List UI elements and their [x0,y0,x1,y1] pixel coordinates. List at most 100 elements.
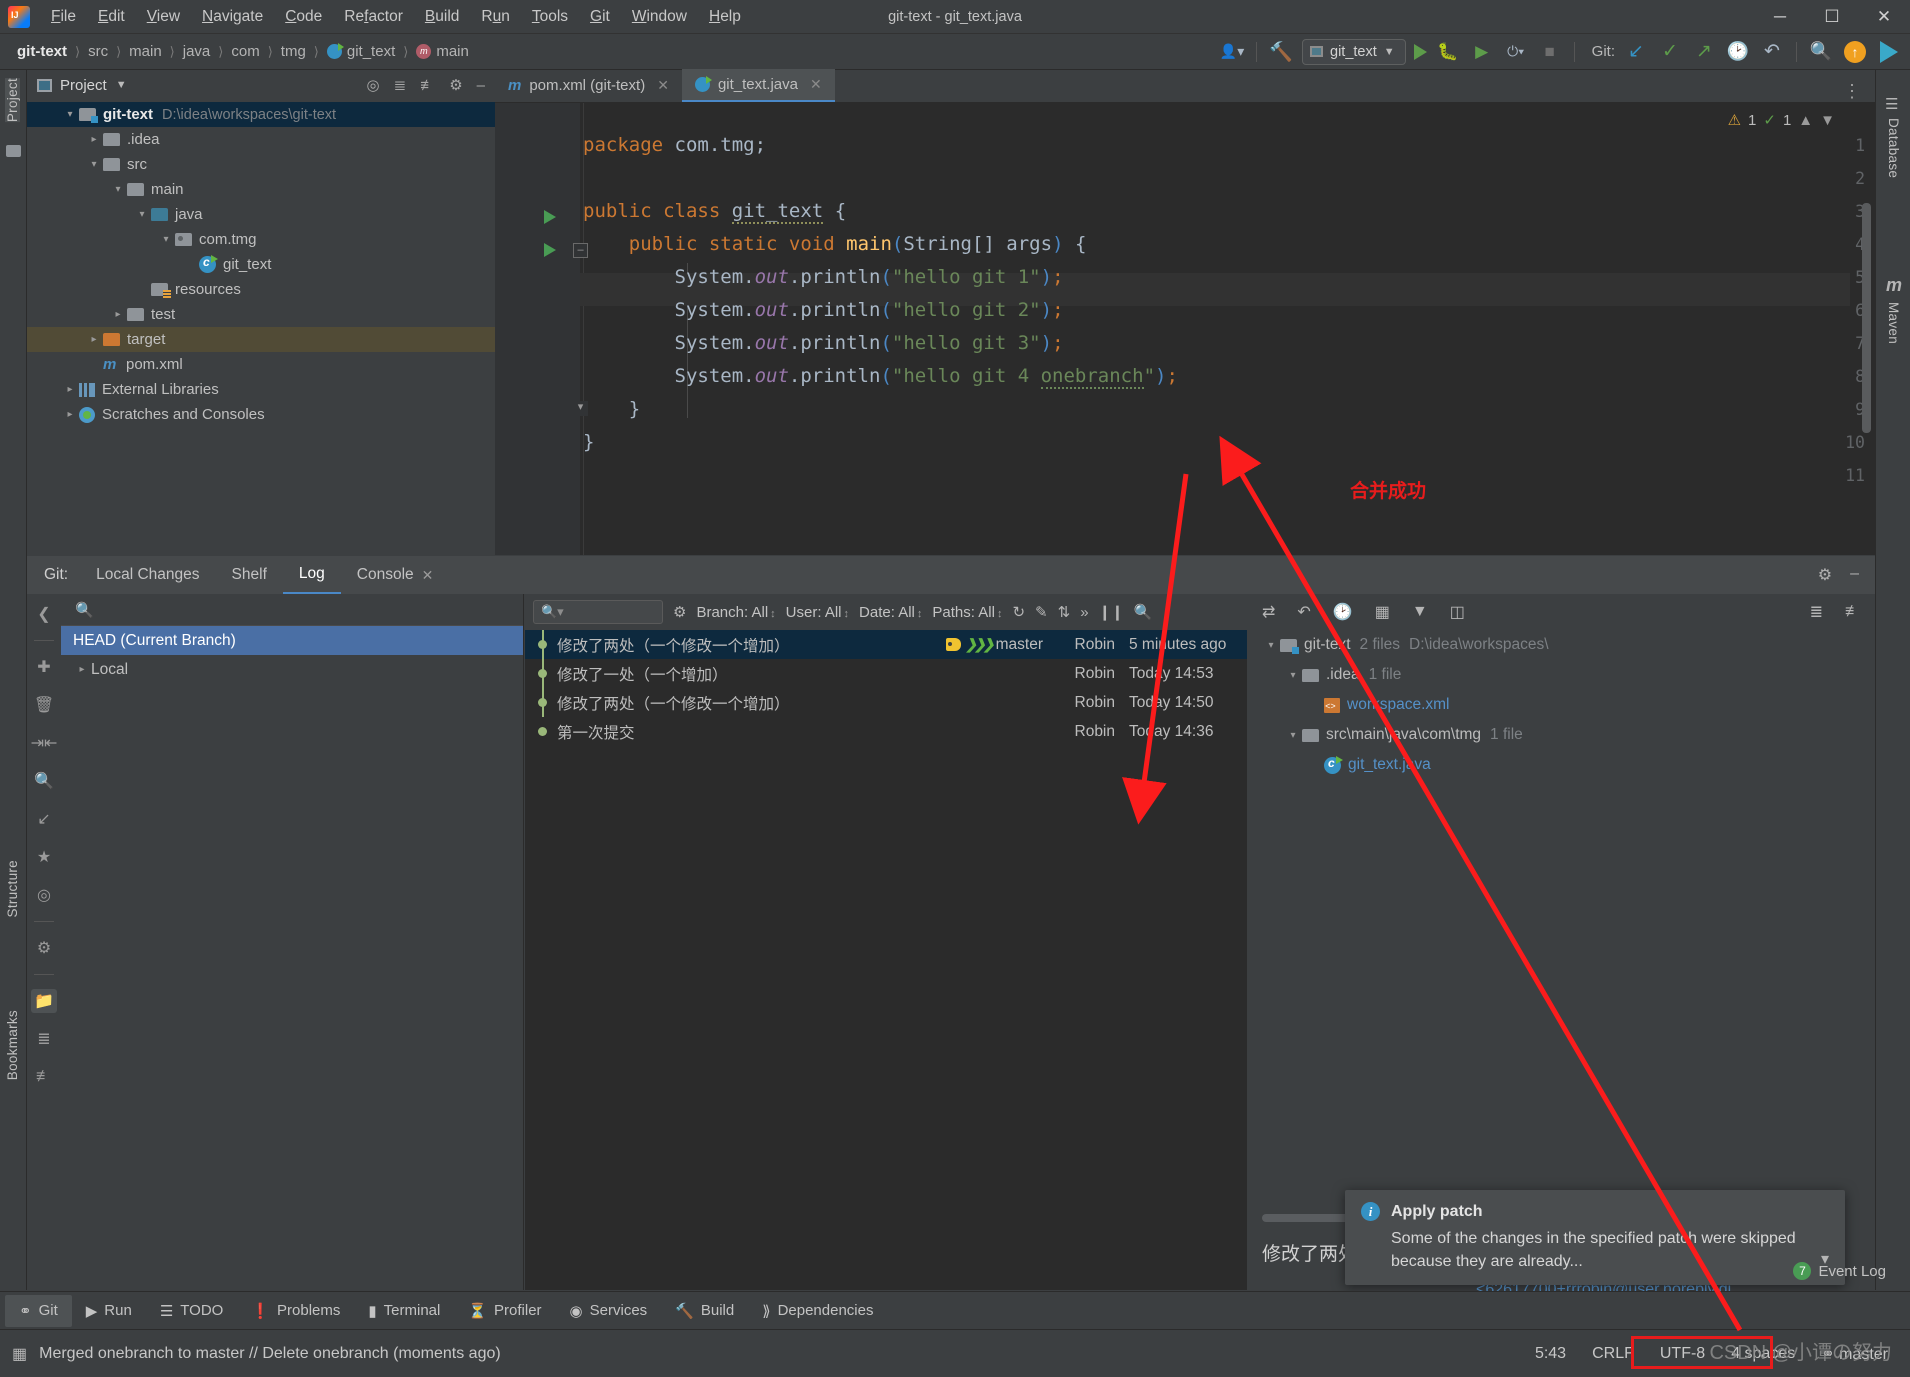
profile-icon[interactable]: 👤▾ [1219,40,1245,64]
menu-item-tools[interactable]: Tools [521,5,579,29]
commit-row[interactable]: 修改了两处（一个修改一个增加） ❯❯❯ master Robin 5 minut… [525,630,1247,659]
favorite-star-icon[interactable]: ★ [31,845,57,869]
settings-gear-icon[interactable]: ⚙ [449,76,462,94]
detail-row-git-text[interactable]: ▾ git-text 2 files D:\idea\workspaces\ [1248,630,1875,660]
commit-row[interactable]: 第一次提交 Robin Today 14:36 [525,717,1247,746]
tool-window-bar[interactable]: ⚭ Git ▶ Run ☰ TODO ❗ Problems ▮ Terminal ⏳ Pro… [0,1262,1910,1329]
strip-item-database[interactable]: Database [1886,118,1901,178]
tab-local-changes[interactable]: Local Changes [80,556,215,594]
notification-apply-patch[interactable]: i Apply patch Some of the changes in the… [1345,1190,1845,1285]
filter-icon[interactable]: ▼ [1412,603,1428,621]
commit-row[interactable]: 修改了一处（一个增加） Robin Today 14:53 [525,659,1247,688]
log-search-input[interactable]: 🔍▾ [533,600,663,624]
chevron-down-icon[interactable]: ▾ [61,109,79,120]
branch-label-master[interactable]: ❯❯❯ master [946,636,1043,654]
add-icon[interactable]: ✚ [31,655,57,679]
window-controls[interactable]: ─ ☐ ✕ [1754,0,1910,34]
collapse-all-icon[interactable]: ≢ [1845,603,1861,621]
event-log-widget[interactable]: 7 Event Log [1793,1262,1886,1280]
run-profile-icon[interactable]: ⏻▾ [1503,40,1529,64]
editor-scrollbar[interactable] [1862,203,1871,433]
settings-gear-icon[interactable]: ⚙ [673,603,686,621]
git-side-toolbar[interactable]: ❮ ✚ 🗑 ⇥⇤ 🔍 ↙ ★ ◎ ⚙ 📁 ≣ ≢ [27,594,61,1290]
run-gutter-icon[interactable] [544,210,556,224]
toolwindow-terminal[interactable]: ▮ Terminal [354,1295,454,1327]
debug-icon[interactable]: 🐛 [1435,40,1461,64]
filter-branch[interactable]: Branch: All ↕ [696,604,775,621]
run-gutter-icon[interactable] [544,243,556,257]
toolwindow-git[interactable]: ⚭ Git [5,1294,72,1327]
tree-row-src[interactable]: ▾ src [27,152,495,177]
breadcrumb-item-6[interactable]: git_text [324,43,398,60]
hide-panel-icon[interactable]: – [1850,565,1859,585]
branch-row-local[interactable]: ▸ Local [61,655,523,684]
tree-row-idea[interactable]: ▸ .idea [27,127,495,152]
menu-bar[interactable]: File Edit View Navigate Code Refactor Bu… [40,5,752,29]
chevron-right-icon[interactable]: ▸ [73,664,91,675]
tree-row-com-tmg[interactable]: ▾ com.tmg [27,227,495,252]
run-configuration-selector[interactable]: git_text ▼ [1302,38,1406,65]
tab-console[interactable]: Console ✕ [341,556,450,594]
breadcrumb-item-7[interactable]: m main [413,43,472,60]
cherry-pick-icon[interactable]: ⇄ [1262,602,1275,622]
chevron-right-icon[interactable]: ▸ [85,334,103,345]
tab-shelf[interactable]: Shelf [216,556,283,594]
filter-date[interactable]: Date: All ↕ [859,604,922,621]
rollback-icon[interactable]: ↶ [1759,40,1785,64]
tree-row-git-text-class[interactable]: git_text [27,252,495,277]
update-project-icon[interactable]: ↙ [1623,40,1649,64]
tree-row-resources[interactable]: resources [27,277,495,302]
tree-row-test[interactable]: ▸ test [27,302,495,327]
branch-search[interactable]: 🔍 [61,594,523,626]
history-icon[interactable]: 🕑 [1725,40,1751,64]
tab-pom-xml[interactable]: m pom.xml (git-text) ✕ [495,69,682,102]
branch-row-head[interactable]: HEAD (Current Branch) [61,626,523,655]
detail-label[interactable]: workspace.xml [1347,696,1450,714]
more-icon[interactable]: » [1080,604,1088,621]
menu-item-navigate[interactable]: Navigate [191,5,274,29]
prev-problem-icon[interactable]: ▲ [1798,112,1813,129]
editor-tabs[interactable]: m pom.xml (git-text) ✕ git_text.java ✕ ⋮ [495,69,1875,103]
strip-item-bookmarks[interactable]: Bookmarks [5,1010,20,1080]
menu-item-code[interactable]: Code [274,5,333,29]
toolwindow-dependencies[interactable]: ⟫ Dependencies [748,1295,887,1327]
breadcrumb-item-0[interactable]: git-text [14,43,70,60]
tree-row-pom-xml[interactable]: m pom.xml [27,352,495,377]
collapse-icon[interactable]: ⇥⇤ [31,731,58,755]
revert-icon[interactable]: ↶ [1297,602,1310,622]
chevron-right-icon[interactable]: ▸ [109,309,127,320]
details-toolbar[interactable]: ⇄ ↶ 🕑 ▦ ▼ ◫ ≣ ≢ [1248,594,1875,630]
strip-item-project[interactable]: Project [5,78,20,123]
locate-icon[interactable]: ◎ [31,883,57,907]
search-icon[interactable]: 🔍 [1134,603,1153,621]
git-tab-bar[interactable]: Git: Local Changes Shelf Log Console ✕ ⚙ … [27,556,1875,594]
detail-row-workspace-xml[interactable]: workspace.xml [1248,690,1875,720]
run-coverage-icon[interactable]: ▶ [1469,40,1495,64]
code-editor[interactable]: 1 2 3 4 5 6 7 8 9 10 11 – ▾ package com.… [495,103,1875,555]
changed-files-tree[interactable]: ▾ git-text 2 files D:\idea\workspaces\ ▾… [1248,630,1875,780]
inspection-widget[interactable]: ⚠ 1 ✓ 1 ▲ ▼ [1728,111,1835,130]
toolwindow-run[interactable]: ▶ Run [72,1295,146,1327]
breadcrumb-item-4[interactable]: com [228,43,262,60]
ide-assistant-icon[interactable] [1876,40,1902,64]
tree-row-main[interactable]: ▾ main [27,177,495,202]
tree-row-scratches[interactable]: ▸ Scratches and Consoles [27,402,495,427]
chevron-down-icon[interactable]: ▾ [133,209,151,220]
strip-item-maven[interactable]: Maven [1886,302,1901,344]
caret-position[interactable]: 5:43 [1535,1345,1566,1363]
toolwindow-todo[interactable]: ☰ TODO [146,1295,238,1327]
menu-item-refactor[interactable]: Refactor [333,5,414,29]
toolwindow-problems[interactable]: ❗ Problems [237,1295,354,1327]
collapse-all-icon[interactable]: ≢ [31,1065,57,1089]
breadcrumb-item-2[interactable]: main [126,43,165,60]
commit-icon[interactable]: ✓ [1657,40,1683,64]
breadcrumb-item-5[interactable]: tmg [278,43,309,60]
filter-user[interactable]: User: All ↕ [786,604,849,621]
search-icon[interactable]: 🔍 [31,769,57,793]
menu-item-help[interactable]: Help [698,5,752,29]
chevron-down-icon[interactable]: ▾ [157,234,175,245]
tree-row-git-text[interactable]: ▾ git-text D:\idea\workspaces\git-text [27,102,495,127]
tab-log[interactable]: Log [282,556,341,594]
breadcrumb[interactable]: git-text ⟩ src ⟩ main ⟩ java ⟩ com ⟩ tmg… [14,43,472,60]
expand-all-icon[interactable]: ≣ [1810,602,1823,622]
